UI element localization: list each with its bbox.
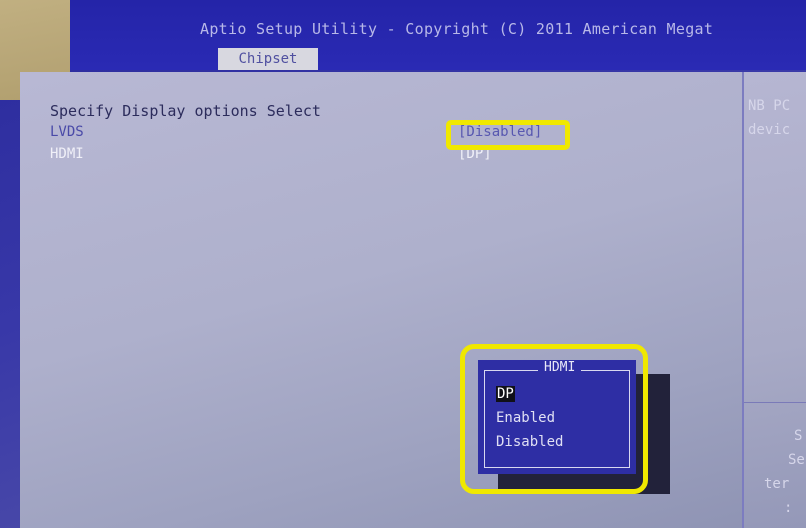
setting-label-lvds[interactable]: LVDS — [50, 124, 84, 140]
app-title: Aptio Setup Utility - Copyright (C) 2011… — [200, 20, 714, 38]
help-key-line: S — [794, 428, 803, 444]
help-key-line: ter — [764, 476, 790, 492]
help-text-line: NB PC — [748, 98, 791, 114]
help-key-line: : — [784, 500, 793, 516]
option-description: Specify Display options Select — [50, 102, 321, 120]
screen-photo: Aptio Setup Utility - Copyright (C) 2011… — [0, 0, 806, 528]
setting-label-hdmi[interactable]: HDMI — [50, 146, 84, 162]
title-bar: Aptio Setup Utility - Copyright (C) 2011… — [0, 0, 806, 70]
popup-highlight — [460, 344, 648, 494]
help-key-line: Se — [788, 452, 805, 468]
help-text-line: devic — [748, 122, 791, 138]
help-divider — [744, 402, 806, 403]
lvds-value-highlight — [446, 120, 570, 150]
help-panel: NB PC devic S Se ter : — [744, 72, 806, 528]
tab-chipset[interactable]: Chipset — [218, 48, 318, 70]
